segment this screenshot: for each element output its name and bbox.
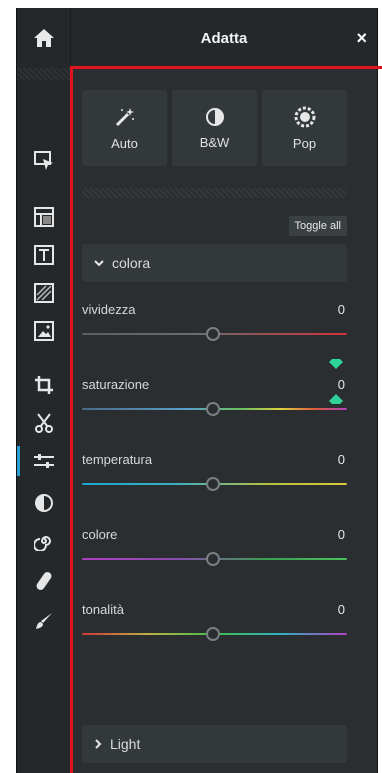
tool-image-button[interactable] bbox=[17, 312, 71, 350]
tool-text-button[interactable] bbox=[17, 236, 71, 274]
slider-list: vividezza 0 saturazione 0 temperatura 0 … bbox=[82, 282, 347, 657]
slider-value: 0 bbox=[337, 527, 345, 542]
tool-spiral-button[interactable] bbox=[17, 522, 71, 560]
slider-saturazione: saturazione 0 bbox=[82, 357, 347, 432]
preset-bw-button[interactable]: B&W bbox=[172, 90, 257, 166]
tool-cut-button[interactable] bbox=[17, 404, 71, 442]
pop-gear-icon bbox=[294, 106, 315, 127]
tool-layout-button[interactable] bbox=[17, 198, 71, 236]
slider-label: tonalità bbox=[82, 602, 124, 617]
slider-value: 0 bbox=[337, 602, 345, 617]
home-icon bbox=[34, 29, 54, 47]
slider-vividezza: vividezza 0 bbox=[82, 282, 347, 357]
section-colora-label: colora bbox=[112, 255, 151, 271]
preset-buttons: Auto B&W Pop bbox=[82, 90, 347, 166]
slider-label: saturazione bbox=[82, 377, 150, 392]
gem-icon bbox=[329, 359, 343, 369]
bandage-icon bbox=[36, 572, 52, 590]
home-button[interactable] bbox=[17, 8, 71, 68]
slider-knob[interactable] bbox=[206, 327, 220, 341]
preset-bw-label: B&W bbox=[199, 134, 230, 150]
adjust-sliders-icon bbox=[34, 454, 54, 468]
slider-label: vividezza bbox=[82, 302, 136, 317]
slider-label: temperatura bbox=[82, 452, 153, 467]
half-circle-icon bbox=[205, 107, 224, 126]
slider-tonalita: tonalità 0 bbox=[82, 582, 347, 657]
tool-crop-button[interactable] bbox=[17, 366, 71, 404]
tool-brush-button[interactable] bbox=[17, 602, 71, 640]
preset-pop-button[interactable]: Pop bbox=[262, 90, 347, 166]
preset-auto-label: Auto bbox=[111, 135, 138, 151]
slider-temperatura: temperatura 0 bbox=[82, 432, 347, 507]
preset-auto-button[interactable]: Auto bbox=[82, 90, 167, 166]
toolbar-divider bbox=[17, 68, 71, 80]
left-toolbar bbox=[17, 8, 71, 773]
slider-value: 0 bbox=[337, 452, 345, 467]
section-colora-header[interactable]: colora bbox=[82, 244, 347, 282]
tool-adjust-button[interactable] bbox=[17, 442, 71, 480]
text-icon bbox=[34, 245, 54, 265]
chevron-down-icon bbox=[94, 260, 104, 267]
gem-icon bbox=[329, 394, 343, 404]
layout-icon bbox=[34, 207, 54, 227]
contrast-icon bbox=[35, 494, 53, 512]
slider-knob[interactable] bbox=[206, 477, 220, 491]
spiral-icon bbox=[34, 536, 51, 551]
tool-contrast-button[interactable] bbox=[17, 484, 71, 522]
close-button[interactable]: × bbox=[356, 28, 367, 49]
adjust-content: Auto B&W Pop Toggle all colora vividezza… bbox=[82, 90, 347, 657]
brush-icon bbox=[36, 613, 52, 629]
texture-icon bbox=[34, 283, 54, 303]
section-light-header[interactable]: Light bbox=[82, 725, 347, 763]
slider-knob[interactable] bbox=[206, 552, 220, 566]
tool-texture-button[interactable] bbox=[17, 274, 71, 312]
slider-value: 0 bbox=[337, 377, 345, 392]
scissors-icon bbox=[35, 413, 53, 433]
panel-header: Adatta × bbox=[71, 8, 377, 68]
content-divider bbox=[82, 188, 347, 198]
tool-bandage-button[interactable] bbox=[17, 562, 71, 600]
magic-wand-icon bbox=[115, 107, 134, 126]
chevron-right-icon bbox=[95, 739, 102, 749]
crop-icon bbox=[35, 376, 53, 394]
select-cursor-icon bbox=[34, 151, 53, 170]
preset-pop-label: Pop bbox=[292, 135, 317, 151]
slider-knob[interactable] bbox=[206, 402, 220, 416]
slider-value: 0 bbox=[337, 302, 345, 317]
close-icon: × bbox=[356, 28, 367, 48]
section-light-label: Light bbox=[110, 736, 141, 752]
panel-title: Adatta bbox=[200, 30, 248, 47]
slider-knob[interactable] bbox=[206, 627, 220, 641]
slider-colore: colore 0 bbox=[82, 507, 347, 582]
tool-select-button[interactable] bbox=[17, 142, 71, 180]
toggle-all-button[interactable]: Toggle all bbox=[288, 216, 347, 236]
toggle-row: Toggle all bbox=[82, 216, 347, 236]
slider-label: colore bbox=[82, 527, 118, 542]
image-icon bbox=[34, 321, 54, 341]
